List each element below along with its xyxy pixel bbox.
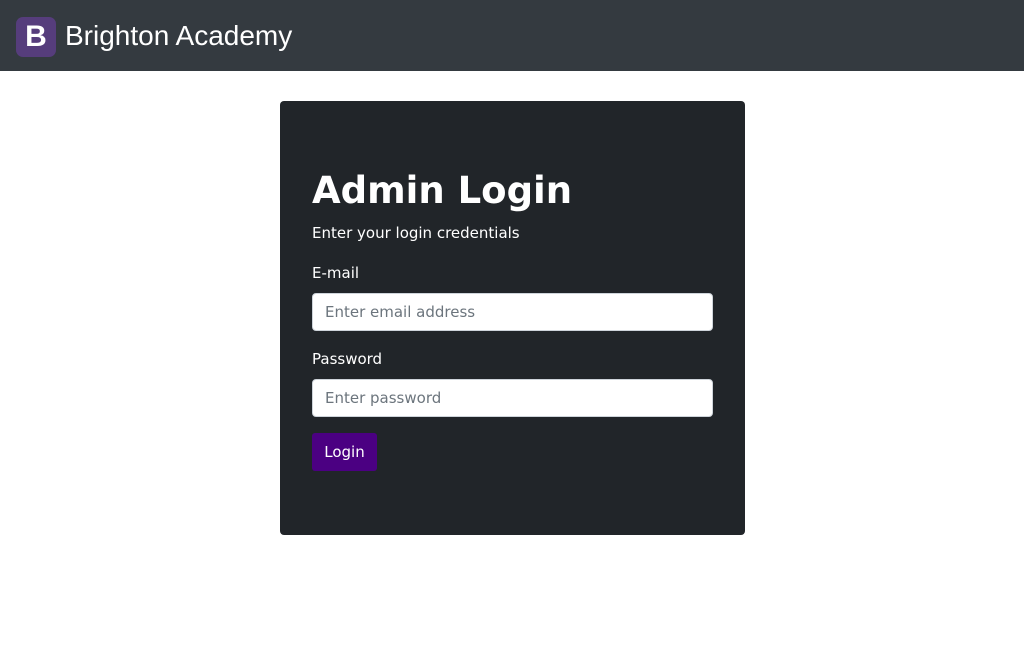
email-field[interactable] xyxy=(312,293,713,331)
login-card: Admin Login Enter your login credentials… xyxy=(280,101,745,535)
email-label: E-mail xyxy=(312,264,360,282)
bootstrap-logo-icon[interactable]: B xyxy=(16,17,56,57)
password-label: Password xyxy=(312,350,383,368)
login-subtitle: Enter your login credentials xyxy=(312,224,520,242)
login-button[interactable]: Login xyxy=(312,433,377,471)
password-field[interactable] xyxy=(312,379,713,417)
brand-name[interactable]: Brighton Academy xyxy=(65,16,292,56)
top-navbar: B Brighton Academy xyxy=(0,0,1024,71)
page-title: Admin Login xyxy=(312,169,573,212)
